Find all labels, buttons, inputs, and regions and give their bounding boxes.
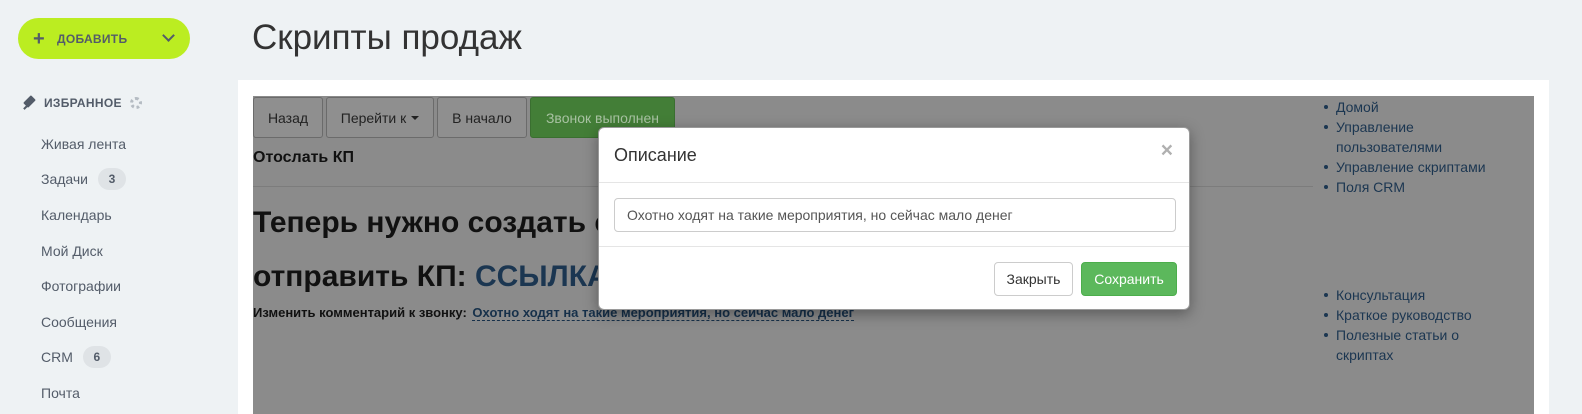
- sidebar-item-label: CRM: [41, 349, 73, 366]
- link-crm-fields[interactable]: Поля CRM: [1324, 177, 1486, 197]
- modal-footer: Закрыть Сохранить: [599, 247, 1189, 310]
- count-badge: 3: [98, 168, 127, 191]
- description-input[interactable]: [614, 198, 1176, 232]
- script-text-prefix: отправить КП:: [253, 260, 475, 293]
- chevron-down-icon: [162, 29, 175, 42]
- link-useful-articles[interactable]: Полезные статьи о скриптах: [1324, 325, 1476, 365]
- close-button[interactable]: Закрыть: [994, 262, 1073, 296]
- step-title: Отослать КП: [253, 149, 354, 166]
- script-text-line-1: Теперь нужно создать с: [253, 206, 612, 239]
- goto-label: Перейти к: [340, 109, 407, 126]
- favorites-title: ИЗБРАННОЕ: [44, 96, 122, 110]
- count-badge: 6: [82, 346, 111, 369]
- link-home[interactable]: Домой: [1324, 97, 1486, 117]
- sidebar-item-label: Почта: [41, 384, 80, 401]
- modal-body: [599, 183, 1189, 247]
- favorites-header: ИЗБРАННОЕ: [22, 95, 142, 111]
- save-button[interactable]: Сохранить: [1081, 262, 1177, 296]
- pin-icon: [22, 95, 38, 111]
- sidebar-item-label: Живая лента: [41, 135, 127, 152]
- sidebar-item-label: Календарь: [41, 206, 112, 223]
- link-manage-scripts[interactable]: Управление скриптами: [1324, 157, 1486, 177]
- sidebar-item-tasks[interactable]: Задачи 3: [41, 162, 127, 198]
- sidebar-item-crm[interactable]: CRM 6: [41, 340, 126, 376]
- gear-icon[interactable]: [129, 97, 142, 109]
- link-consultation[interactable]: Консультация: [1324, 285, 1476, 305]
- sidebar-item-label: Задачи: [41, 171, 89, 188]
- close-icon[interactable]: ×: [1161, 139, 1173, 163]
- caret-down-icon: [411, 115, 420, 120]
- sidebar-item-feed[interactable]: Живая лента: [41, 126, 126, 162]
- description-modal: Описание × Закрыть Сохранить: [598, 127, 1190, 310]
- back-button[interactable]: Назад: [253, 97, 323, 138]
- page-title: Скрипты продаж: [252, 18, 522, 57]
- kp-link[interactable]: ССЫЛКА: [475, 260, 609, 293]
- modal-header: Описание ×: [599, 128, 1189, 183]
- sidebar-item-label: Фотографии: [41, 278, 122, 295]
- modal-title: Описание: [614, 145, 697, 165]
- plus-icon: +: [33, 27, 45, 50]
- comment-label: Изменить комментарий к звонку:: [253, 305, 467, 320]
- add-button-label: ДОБАВИТЬ: [57, 31, 128, 46]
- link-quick-guide[interactable]: Краткое руководство: [1324, 305, 1476, 325]
- goto-dropdown-button[interactable]: Перейти к: [326, 97, 434, 138]
- script-text-line-2: отправить КП: ССЫЛКА: [253, 260, 609, 294]
- link-manage-users[interactable]: Управление пользователями: [1324, 117, 1476, 157]
- sidebar-item-calendar[interactable]: Календарь: [41, 197, 126, 233]
- sidebar-item-photos[interactable]: Фотографии: [41, 268, 126, 304]
- sidebar-item-label: Сообщения: [41, 313, 117, 330]
- sidebar-item-disk[interactable]: Мой Диск: [41, 233, 126, 269]
- sidebar-item-messages[interactable]: Сообщения: [41, 304, 126, 340]
- sidebar-menu: Живая лента Задачи 3 Календарь Мой Диск Ф…: [41, 126, 127, 411]
- start-button[interactable]: В начало: [437, 97, 527, 138]
- nav-links-bottom: Консультация Краткое руководство Полезны…: [1324, 285, 1476, 365]
- add-button[interactable]: + ДОБАВИТЬ: [18, 18, 190, 59]
- nav-links-top: Домой Управление пользователями Управлен…: [1324, 97, 1486, 197]
- sidebar-item-label: Мой Диск: [41, 242, 103, 259]
- sidebar-item-mail[interactable]: Почта: [41, 375, 126, 411]
